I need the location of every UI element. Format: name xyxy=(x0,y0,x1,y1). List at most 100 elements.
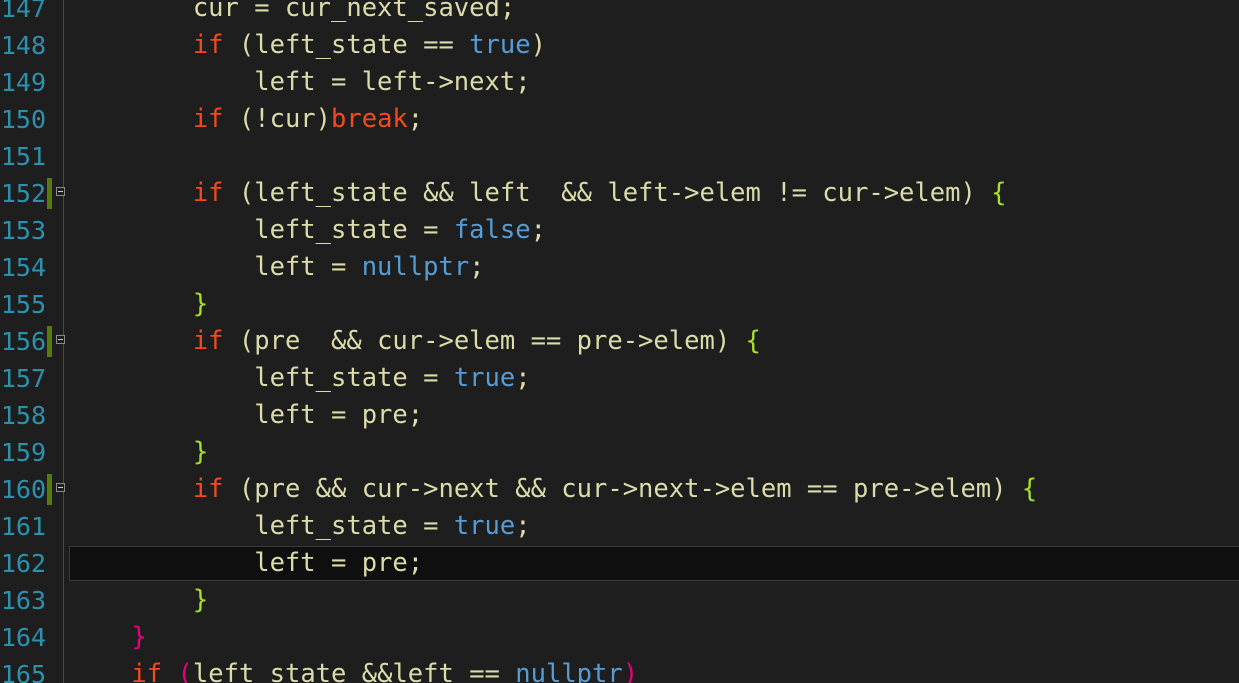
code-line[interactable]: 147 cur = cur_next_saved; xyxy=(0,0,1239,27)
code-text: if (left_state && left && left->elem != … xyxy=(70,175,1007,212)
code-line[interactable]: 149 left = left->next; xyxy=(0,64,1239,101)
change-marker xyxy=(47,474,52,505)
code-token: (left_state == xyxy=(223,30,470,60)
code-token: left_state = xyxy=(70,215,454,245)
line-number: 162 xyxy=(0,549,46,578)
line-number: 147 xyxy=(0,0,46,23)
code-token: } xyxy=(192,289,209,319)
code-token: ; xyxy=(515,363,531,393)
code-token: true xyxy=(453,511,516,541)
code-token: left_state = xyxy=(70,363,454,393)
code-line[interactable]: 159 } xyxy=(0,434,1239,471)
line-number: 156 xyxy=(0,327,46,356)
current-code-line[interactable]: 162 left = pre; xyxy=(0,545,1239,582)
code-text: left = pre; xyxy=(70,545,423,582)
code-token: ( xyxy=(177,659,193,683)
line-number: 150 xyxy=(0,105,46,134)
code-text: left_state = true; xyxy=(70,360,531,397)
code-line[interactable]: 157 left_state = true; xyxy=(0,360,1239,397)
code-token: { xyxy=(991,178,1007,208)
code-text: } xyxy=(70,619,147,656)
code-line[interactable]: 165 if (left_state &&left == nullptr) xyxy=(0,656,1239,683)
code-text: } xyxy=(70,582,208,619)
code-line[interactable]: 160 if (pre && cur->next && cur->next->e… xyxy=(0,471,1239,508)
line-number: 157 xyxy=(0,364,46,393)
line-number: 158 xyxy=(0,401,46,430)
code-token: } xyxy=(192,585,209,615)
code-token: } xyxy=(192,437,209,467)
code-line[interactable]: 152 if (left_state && left && left->elem… xyxy=(0,175,1239,212)
code-line[interactable]: 164 } xyxy=(0,619,1239,656)
code-token: if xyxy=(131,659,163,683)
code-token: nullptr xyxy=(515,659,623,683)
code-line[interactable]: 154 left = nullptr; xyxy=(0,249,1239,286)
collapse-icon[interactable] xyxy=(56,187,65,196)
code-line[interactable]: 148 if (left_state == true) xyxy=(0,27,1239,64)
line-number: 148 xyxy=(0,31,46,60)
code-token: break xyxy=(331,104,408,134)
code-token: left = left->next; xyxy=(70,67,531,97)
collapse-icon[interactable] xyxy=(56,483,65,492)
line-number: 164 xyxy=(0,623,46,652)
code-text: if (pre && cur->next && cur->next->elem … xyxy=(70,471,1037,508)
code-token: ) xyxy=(530,30,546,60)
code-token: true xyxy=(453,363,516,393)
code-token: if xyxy=(192,178,224,208)
code-text: } xyxy=(70,434,208,471)
code-text: left = pre; xyxy=(70,397,423,434)
collapse-icon[interactable] xyxy=(56,335,65,344)
code-text: if (pre && cur->elem == pre->elem) { xyxy=(70,323,761,360)
line-number: 149 xyxy=(0,68,46,97)
code-token: if xyxy=(192,30,224,60)
code-line[interactable]: 163 } xyxy=(0,582,1239,619)
line-number: 153 xyxy=(0,216,46,245)
code-token: { xyxy=(1021,474,1038,504)
code-token: left = pre; xyxy=(70,400,424,430)
code-token: true xyxy=(469,30,531,60)
code-line[interactable]: 151 xyxy=(0,138,1239,175)
code-line[interactable]: 156 if (pre && cur->elem == pre->elem) { xyxy=(0,323,1239,360)
code-token: (pre && cur->elem == pre->elem) xyxy=(223,326,746,356)
code-token: (pre && cur->next && cur->next->elem == … xyxy=(223,474,1022,504)
line-number: 160 xyxy=(0,475,46,504)
line-number: 155 xyxy=(0,290,46,319)
code-token: ; xyxy=(515,511,531,541)
change-marker xyxy=(47,326,52,357)
code-text: left_state = true; xyxy=(70,508,531,545)
code-text: if (!cur)break; xyxy=(70,101,423,138)
code-editor[interactable]: 147 cur = cur_next_saved; 148 if (left_st… xyxy=(0,0,1239,683)
code-token: if xyxy=(192,326,224,356)
code-token: ; xyxy=(407,104,424,134)
code-text: left_state = false; xyxy=(70,212,546,249)
code-token: (left_state && left && left->elem != cur… xyxy=(223,178,992,208)
code-text: left = left->next; xyxy=(70,64,531,101)
change-marker xyxy=(47,178,52,209)
code-token: left_state &&left == xyxy=(192,659,516,683)
line-number: 154 xyxy=(0,253,46,282)
code-token: ) xyxy=(622,659,639,683)
code-token: (!cur) xyxy=(223,104,332,134)
code-text: left = nullptr; xyxy=(70,249,485,286)
code-lines: 147 cur = cur_next_saved; 148 if (left_st… xyxy=(0,0,1239,683)
code-line[interactable]: 153 left_state = false; xyxy=(0,212,1239,249)
code-token: ; xyxy=(469,252,485,282)
code-token: cur = cur_next_saved; xyxy=(70,0,516,23)
code-line[interactable]: 158 left = pre; xyxy=(0,397,1239,434)
code-line[interactable]: 155 } xyxy=(0,286,1239,323)
code-line[interactable]: 161 left_state = true; xyxy=(0,508,1239,545)
line-number: 165 xyxy=(0,660,46,683)
code-line[interactable]: 150 if (!cur)break; xyxy=(0,101,1239,138)
code-token: } xyxy=(131,622,147,652)
code-token: nullptr xyxy=(361,252,470,282)
code-token: ; xyxy=(530,215,546,245)
code-text: cur = cur_next_saved; xyxy=(70,0,515,27)
